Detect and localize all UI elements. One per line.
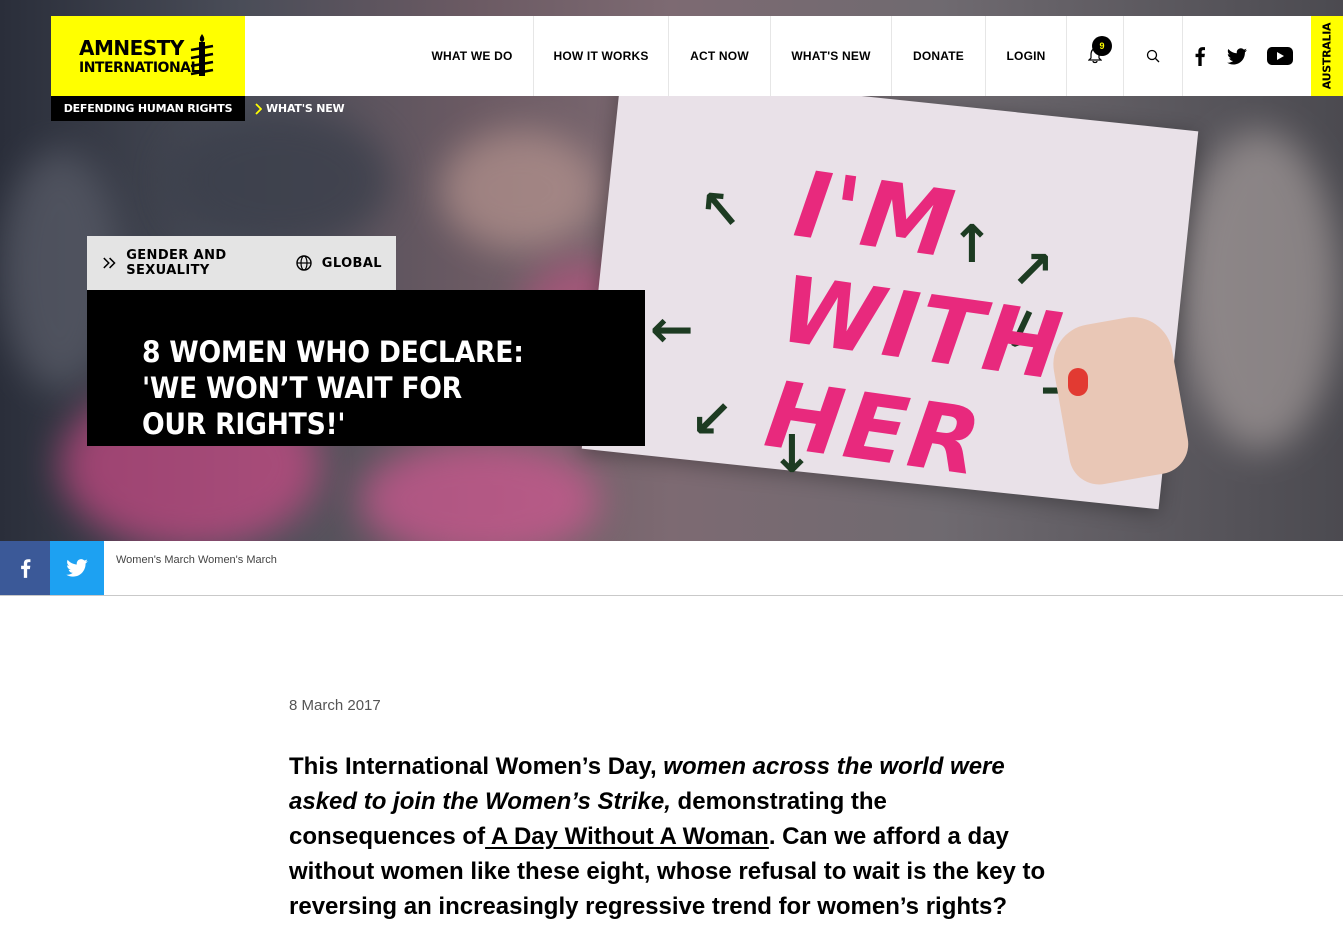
logo-line2: INTERNATIONAL [79,60,199,76]
facebook-icon [20,559,30,578]
tag-label: GENDER AND SEXUALITY [126,248,227,278]
strapline: DEFENDING HUMAN RIGHTS [51,96,245,121]
article-date: 8 March 2017 [289,697,381,714]
logo-line1: AMNESTY [79,36,184,60]
tag-global[interactable]: GLOBAL [296,255,382,271]
article-title: 8 WOMEN WHO DECLARE: 'WE WON’T WAIT FOR … [142,335,524,441]
nav-whats-new[interactable]: WHAT'S NEW [770,16,891,96]
main-menu: WHAT WE DO HOW IT WORKS ACT NOW WHAT'S N… [411,16,1181,96]
facebook-icon[interactable] [1193,46,1207,66]
breadcrumb-label: WHAT'S NEW [266,102,345,115]
lead-text: This International Women’s Day, [289,753,664,780]
globe-icon [296,255,312,271]
arrow-icon: ↙ [690,390,734,450]
region-label: AUSTRALIA [1320,22,1334,90]
article-tags: GENDER AND SEXUALITY GLOBAL [87,236,396,290]
nav-login[interactable]: LOGIN [985,16,1066,96]
day-without-a-woman-link[interactable]: A Day Without A Woman [485,823,769,850]
search-button[interactable] [1123,16,1181,96]
tag-label: GLOBAL [321,255,382,271]
share-bar: Women's March Women's March [0,541,1343,596]
nav-what-we-do[interactable]: WHAT WE DO [411,16,533,96]
candle-icon [190,34,214,76]
share-facebook-button[interactable] [0,541,50,595]
arrow-icon: ← [650,300,694,360]
nav-how-it-works[interactable]: HOW IT WORKS [533,16,668,96]
image-caption: Women's March Women's March [116,554,277,566]
crowd-blur [170,110,390,250]
logo-wordmark: AMNESTY INTERNATIONAL [79,38,199,75]
nail [1068,368,1088,396]
twitter-icon [66,559,88,577]
search-icon [1146,49,1159,63]
social-links [1182,16,1293,96]
region-tab[interactable]: AUSTRALIA [1311,16,1343,96]
share-twitter-button[interactable] [50,541,104,595]
amnesty-logo[interactable]: AMNESTY INTERNATIONAL [51,16,245,96]
crowd-blur [440,130,600,250]
article-title-box: 8 WOMEN WHO DECLARE: 'WE WON’T WAIT FOR … [87,290,645,446]
crowd-blur [360,440,600,541]
double-chevron-icon [103,257,116,269]
sign-text: I'M WITH HER [759,151,1084,506]
nav-act-now[interactable]: ACT NOW [668,16,770,96]
crowd-blur [1180,130,1340,450]
chevron-right-icon [255,102,262,115]
youtube-icon[interactable] [1267,47,1293,65]
notifications-button[interactable]: 9 [1066,16,1123,96]
twitter-icon[interactable] [1227,47,1247,65]
article-lead: This International Women’s Day, women ac… [289,749,1059,924]
nav-donate[interactable]: DONATE [891,16,985,96]
notification-count-badge: 9 [1092,36,1112,56]
tag-gender-and-sexuality[interactable]: GENDER AND SEXUALITY [103,248,282,278]
breadcrumb[interactable]: WHAT'S NEW [254,96,345,121]
